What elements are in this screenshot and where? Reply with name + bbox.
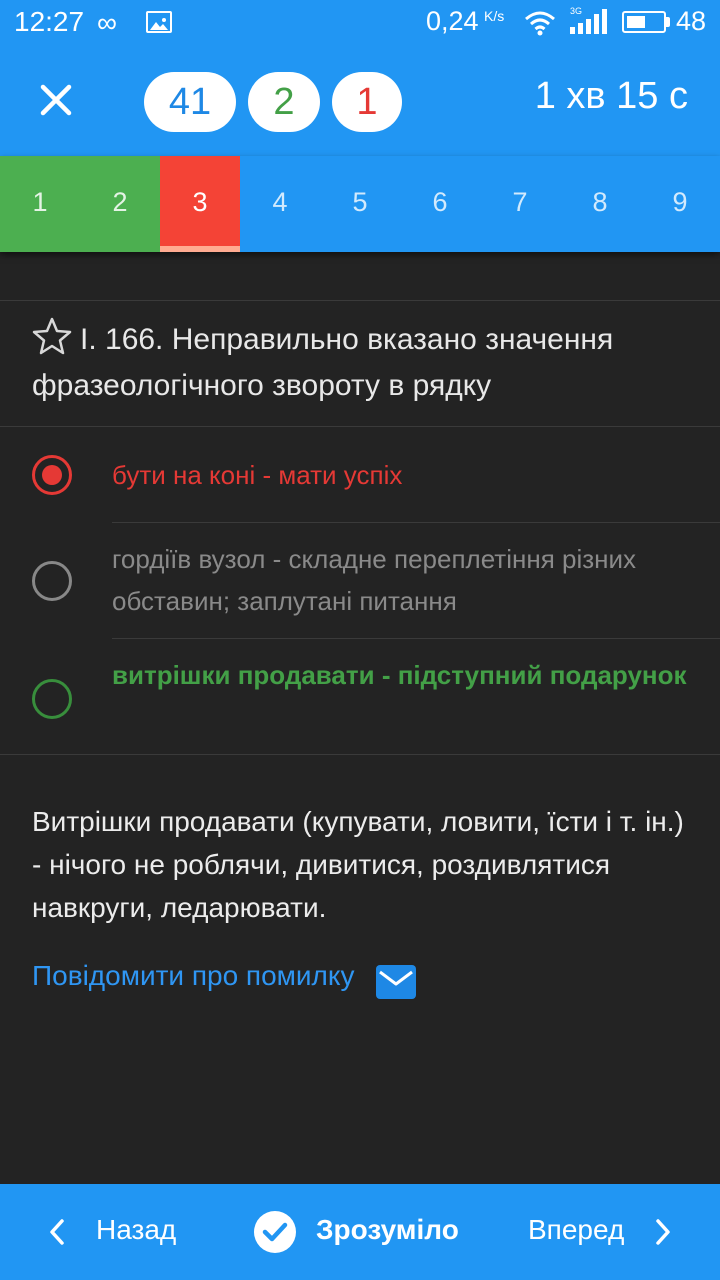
radio-button-correct[interactable]	[32, 679, 72, 719]
battery-icon	[622, 11, 666, 33]
tab-question-8[interactable]: 8	[560, 156, 640, 252]
back-label: Назад	[96, 1214, 177, 1245]
answer-option-text: гордіїв вузол - складне переплетіння різ…	[112, 544, 637, 616]
network-speed-unit: K/s	[484, 8, 505, 24]
back-button[interactable]: Назад	[40, 1184, 200, 1280]
wrong-answers-badge: 1	[332, 72, 402, 132]
divider	[0, 300, 720, 301]
tab-question-7[interactable]: 7	[480, 156, 560, 252]
timer: 1 хв 15 с	[534, 75, 688, 117]
explanation-text: Витрішки продавати (купувати, ловити, їс…	[32, 806, 684, 923]
question: І. 166. Неправильно вказано значення фра…	[32, 316, 692, 409]
divider	[0, 426, 720, 427]
divider	[0, 754, 720, 755]
next-button[interactable]: Вперед	[520, 1184, 690, 1280]
status-time: 12:27	[14, 6, 85, 37]
close-button[interactable]	[34, 78, 78, 122]
tab-question-3[interactable]: 3	[160, 156, 240, 252]
check-icon	[254, 1211, 296, 1253]
battery-percent: 48	[676, 6, 707, 36]
question-tabs: 1 2 3 4 5 6 7 8 9	[0, 156, 720, 252]
tab-question-4[interactable]: 4	[240, 156, 320, 252]
network-speed: 0,24	[426, 6, 479, 36]
status-bar: 12:27 ∞ 0,24 K/s 3G 48	[0, 0, 720, 48]
mail-icon[interactable]	[376, 965, 416, 999]
answer-option-2[interactable]: гордіїв вузол - складне переплетіння різ…	[0, 523, 720, 638]
next-label: Вперед	[528, 1214, 625, 1245]
close-icon	[40, 84, 72, 116]
question-text: І. 166. Неправильно вказано значення фра…	[32, 323, 614, 402]
image-icon	[146, 11, 172, 33]
report-error-link[interactable]: Повідомити про помилку	[32, 960, 354, 992]
chevron-left-icon	[50, 1219, 64, 1245]
tab-question-5[interactable]: 5	[320, 156, 400, 252]
answer-option-3[interactable]: витрішки продавати - підступний подаруно…	[0, 639, 720, 754]
infinity-icon: ∞	[97, 7, 117, 38]
signal-icon	[570, 9, 607, 34]
total-questions-badge: 41	[144, 72, 236, 132]
chevron-right-icon	[656, 1219, 670, 1245]
tab-question-2[interactable]: 2	[80, 156, 160, 252]
understood-button[interactable]: Зрозуміло	[254, 1184, 474, 1280]
tab-question-1[interactable]: 1	[0, 156, 80, 252]
understood-label: Зрозуміло	[316, 1214, 459, 1245]
app-header: 41 2 1 1 хв 15 с	[0, 48, 720, 156]
answer-option-text: витрішки продавати - підступний подаруно…	[112, 660, 687, 690]
tab-question-9[interactable]: 9	[640, 156, 720, 252]
answer-option-text: бути на коні - мати успіх	[112, 460, 403, 490]
star-icon[interactable]	[32, 316, 72, 356]
radio-button[interactable]	[32, 561, 72, 601]
answer-option-1[interactable]: бути на коні - мати успіх	[0, 428, 720, 522]
radio-button-selected[interactable]	[32, 455, 72, 495]
bottom-navigation: Назад Зрозуміло Вперед	[0, 1184, 720, 1280]
tab-question-6[interactable]: 6	[400, 156, 480, 252]
correct-answers-badge: 2	[248, 72, 320, 132]
wifi-icon	[525, 11, 555, 36]
